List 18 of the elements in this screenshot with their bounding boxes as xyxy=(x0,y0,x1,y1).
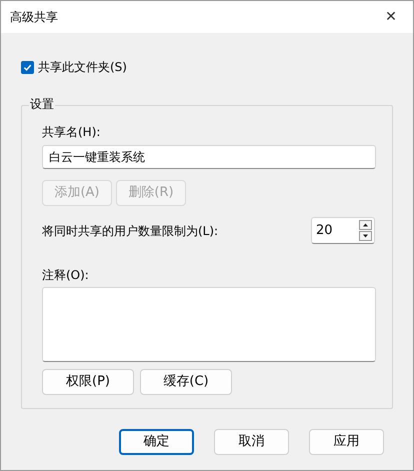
dialog-button[interactable]: 应用 xyxy=(309,429,384,455)
window-title: 高级共享 xyxy=(10,9,58,26)
dialog-button[interactable]: 取消 xyxy=(214,429,289,455)
check-icon xyxy=(23,62,32,72)
group-title: 设置 xyxy=(29,96,55,112)
field-label: 注释(O): xyxy=(42,267,90,284)
action-button[interactable]: 权限(P) xyxy=(42,369,134,395)
close-button[interactable]: ✕ xyxy=(369,1,413,33)
dialog-button[interactable]: 确定 xyxy=(119,429,194,455)
checkbox-label: 共享此文件夹(S) xyxy=(38,59,127,76)
field-label: 将同时共享的用户数量限制为(L): xyxy=(42,222,218,240)
action-button[interactable]: 缓存(C) xyxy=(140,369,232,395)
checkbox[interactable] xyxy=(21,60,34,74)
input-field[interactable]: 白云一键重装系统 xyxy=(42,145,376,169)
field-label: 共享名(H): xyxy=(42,124,102,141)
comment-field[interactable] xyxy=(42,287,376,362)
number-spinner[interactable]: 20 xyxy=(311,217,375,244)
spinner-value: 20 xyxy=(315,222,334,240)
